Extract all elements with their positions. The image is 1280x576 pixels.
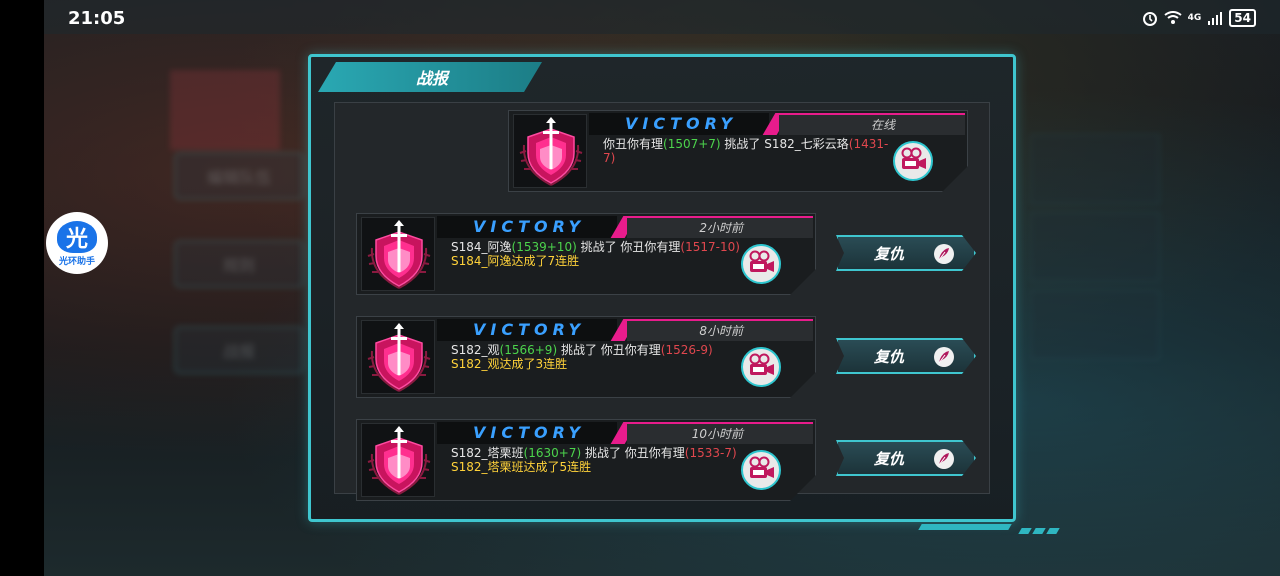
status-time: 21:05 [68, 8, 126, 29]
battle-entry: VICTORY 8小时前 S182_观(1566+9) 挑战了 你丑你有理(15… [356, 316, 816, 398]
challenge-verb: 挑战了 [576, 240, 621, 254]
replay-button[interactable] [741, 347, 781, 387]
defender-score: (1526-9) [660, 343, 713, 357]
revenge-label: 复仇 [874, 449, 905, 468]
background-rank-card [1030, 134, 1160, 204]
entry-header: VICTORY 8小时前 [437, 319, 813, 341]
quill-icon [934, 244, 954, 264]
panel-title: 战报 [416, 69, 449, 88]
quill-icon [934, 347, 954, 367]
entry-time: 在线 [870, 118, 895, 132]
battle-entry: VICTORY 在线 你丑你有理(1507+7) 挑战了 S182_七彩云珞(1… [508, 110, 968, 192]
result-label: VICTORY [473, 217, 586, 236]
battery-indicator: 54 [1229, 9, 1256, 27]
assistant-float-button[interactable]: 光 光环助手 [46, 212, 108, 274]
entry-time: 2小时前 [699, 221, 743, 235]
replay-button[interactable] [893, 141, 933, 181]
entry-time: 10小时前 [691, 427, 743, 441]
quill-icon [934, 449, 954, 469]
entry-header: VICTORY 10小时前 [437, 422, 813, 444]
revenge-button[interactable]: 复仇 [836, 338, 976, 374]
win-streak-text: S184_阿逸达成了7连胜 [451, 254, 580, 268]
defender-name: 你丑你有理 [620, 240, 681, 254]
wifi-icon [1164, 11, 1182, 24]
revenge-button[interactable]: 复仇 [836, 235, 976, 271]
entry-header: VICTORY 在线 [589, 113, 965, 135]
result-label: VICTORY [473, 423, 586, 442]
result-label: VICTORY [473, 320, 586, 339]
attacker-name: S182_观 [451, 343, 500, 357]
revenge-label: 复仇 [874, 244, 905, 263]
victory-emblem-icon [513, 114, 587, 188]
challenge-verb: 挑战了 [720, 137, 765, 151]
assistant-label: 光环助手 [58, 257, 95, 267]
victory-emblem-icon [361, 217, 435, 291]
entry-description: S184_阿逸(1539+10) 挑战了 你丑你有理(1517-10) S184… [451, 240, 743, 268]
attacker-score: (1566+9) [499, 343, 558, 357]
entry-header: VICTORY 2小时前 [437, 216, 813, 238]
attacker-name: 你丑你有理 [603, 137, 664, 151]
network-type: 4G [1187, 13, 1202, 23]
attacker-name: S182_塔栗班 [451, 446, 524, 460]
battle-entry: VICTORY 2小时前 S184_阿逸(1539+10) 挑战了 你丑你有理(… [356, 213, 816, 295]
screen-edge [0, 0, 44, 576]
video-camera-icon [899, 147, 927, 175]
victory-emblem-icon [361, 320, 435, 394]
background-button-rules: 规则 [174, 240, 304, 288]
status-icons: 4G 54 [1142, 9, 1256, 27]
win-streak-text: S182_观达成了3连胜 [451, 357, 568, 371]
revenge-button[interactable]: 复仇 [836, 440, 976, 476]
entry-description: S182_塔栗班(1630+7) 挑战了 你丑你有理(1533-7) S182_… [451, 446, 743, 474]
defender-name: 你丑你有理 [600, 343, 661, 357]
entry-description: 你丑你有理(1507+7) 挑战了 S182_七彩云珞(1431-7) [603, 137, 895, 165]
background-avatar [170, 70, 280, 150]
entry-description: S182_观(1566+9) 挑战了 你丑你有理(1526-9) S182_观达… [451, 343, 743, 371]
attacker-score: (1507+7) [663, 137, 721, 151]
assistant-logo-icon: 光 [57, 221, 97, 253]
challenge-verb: 挑战了 [581, 446, 625, 460]
panel-title-tab: 战报 [318, 62, 542, 92]
entry-time: 8小时前 [699, 324, 743, 338]
defender-score: (1533-7) [684, 446, 737, 460]
defender-score: (1517-10) [680, 240, 740, 254]
defender-name: 你丑你有理 [624, 446, 685, 460]
revenge-label: 复仇 [874, 347, 905, 366]
attacker-name: S184_阿逸 [451, 240, 512, 254]
signal-icon [1208, 12, 1223, 25]
victory-emblem-icon [361, 423, 435, 497]
attacker-score: (1539+10) [511, 240, 577, 254]
background-rank-card [1030, 290, 1160, 360]
video-camera-icon [747, 250, 775, 278]
result-label: VICTORY [625, 114, 738, 133]
background-rank-card [1030, 212, 1160, 282]
battle-entry: VICTORY 10小时前 S182_塔栗班(1630+7) 挑战了 你丑你有理… [356, 419, 816, 501]
replay-button[interactable] [741, 244, 781, 284]
replay-button[interactable] [741, 450, 781, 490]
win-streak-text: S182_塔栗班达成了5连胜 [451, 460, 592, 474]
attacker-score: (1630+7) [523, 446, 582, 460]
background-button-battle-report: 战报 [174, 326, 304, 374]
defender-name: S182_七彩云珞 [764, 137, 849, 151]
alarm-icon [1142, 12, 1157, 26]
challenge-verb: 挑战了 [557, 343, 601, 357]
video-camera-icon [747, 456, 775, 484]
video-camera-icon [747, 353, 775, 381]
panel-decoration [916, 520, 1066, 540]
background-button-edit-team: 编辑队伍 [174, 152, 304, 200]
